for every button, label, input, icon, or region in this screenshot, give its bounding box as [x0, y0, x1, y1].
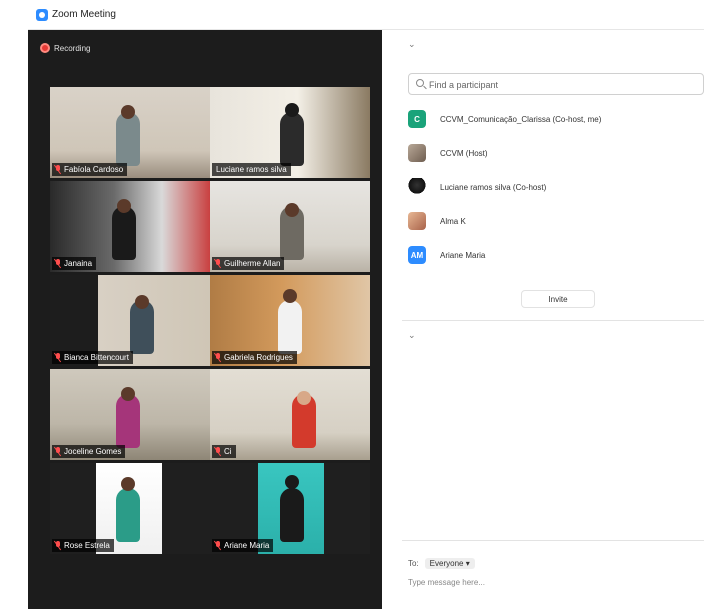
participant-row[interactable] [408, 272, 704, 278]
participant-row[interactable]: Alma K [408, 204, 704, 238]
chat-to-label: To: [408, 558, 419, 568]
mic-muted-icon [215, 259, 221, 268]
search-input[interactable] [429, 77, 689, 93]
mic-muted-icon [55, 447, 61, 456]
video-tile[interactable]: Fabíola Cardoso [50, 87, 210, 178]
participant-name-tag: Guilherme Allan [212, 257, 285, 270]
recording-icon [40, 43, 50, 53]
participant-list: C CCVM_Comunicação_Clarissa (Co-host, me… [408, 102, 704, 278]
avatar [408, 178, 426, 196]
divider [402, 540, 704, 541]
participant-name: Alma K [440, 216, 466, 226]
chevron-down-icon[interactable]: ⌄ [408, 39, 416, 50]
title-bar: Zoom Meeting [28, 0, 704, 30]
participant-name-tag: Ariane Maria [212, 539, 274, 552]
participant-name-tag: Joceline Gomes [52, 445, 126, 458]
participant-row[interactable]: AM Ariane Maria [408, 238, 704, 272]
participant-name-tag: Bianca Bittencourt [52, 351, 133, 364]
video-tile[interactable]: Bianca Bittencourt [50, 275, 210, 366]
recipient-select[interactable]: Everyone ▾ [424, 557, 475, 569]
video-tile[interactable]: Guilherme Allan [210, 181, 370, 272]
participant-name-tag: Ci [212, 445, 236, 458]
video-tile[interactable]: Ci [210, 369, 370, 460]
zoom-app-icon [36, 9, 48, 21]
participant-name: CCVM_Comunicação_Clarissa (Co-host, me) [440, 114, 602, 124]
chat-recipient-row: To: Everyone ▾ [408, 556, 475, 570]
recording-label: Recording [54, 43, 91, 53]
mic-muted-icon [215, 353, 221, 362]
video-tile-active-speaker[interactable]: Luciane ramos silva [210, 87, 370, 178]
video-tile[interactable]: Gabriela Rodrigues [210, 275, 370, 366]
participant-name-tag: Janaina [52, 257, 97, 270]
participant-name: Luciane ramos silva (Co-host) [440, 182, 547, 192]
chat-message-input[interactable] [408, 574, 698, 590]
mic-muted-icon [215, 447, 221, 456]
participant-row[interactable]: CCVM (Host) [408, 136, 704, 170]
participant-name: CCVM (Host) [440, 148, 488, 158]
participant-name-tag: Fabíola Cardoso [52, 163, 128, 176]
avatar [408, 144, 426, 162]
video-tile[interactable]: Janaina [50, 181, 210, 272]
participant-search[interactable] [408, 73, 704, 95]
chevron-down-icon[interactable]: ⌄ [408, 330, 416, 341]
side-panel: ⌄ C CCVM_Comunicação_Clarissa (Co-host, … [382, 30, 704, 609]
mic-muted-icon [55, 165, 61, 174]
mic-muted-icon [215, 541, 221, 550]
participant-name-tag: Luciane ramos silva [212, 163, 291, 176]
participant-row[interactable]: C CCVM_Comunicação_Clarissa (Co-host, me… [408, 102, 704, 136]
video-tile[interactable]: Joceline Gomes [50, 369, 210, 460]
participant-row[interactable]: Luciane ramos silva (Co-host) [408, 170, 704, 204]
participant-name-tag: Rose Estrela [52, 539, 114, 552]
video-tile[interactable]: Ariane Maria [210, 463, 370, 554]
mic-muted-icon [55, 353, 61, 362]
participant-name: Ariane Maria [440, 250, 486, 260]
divider [402, 320, 704, 321]
video-tile[interactable]: Rose Estrela [50, 463, 210, 554]
recording-indicator[interactable]: Recording [40, 41, 90, 55]
mic-muted-icon [55, 259, 61, 268]
avatar: AM [408, 246, 426, 264]
avatar: C [408, 110, 426, 128]
video-gallery: Recording Fabíola Cardoso Luciane ramos … [28, 30, 382, 609]
invite-button[interactable]: Invite [521, 290, 595, 308]
search-icon [416, 79, 424, 87]
mic-muted-icon [55, 541, 61, 550]
avatar [408, 212, 426, 230]
window-title: Zoom Meeting [52, 9, 116, 20]
participant-name-tag: Gabriela Rodrigues [212, 351, 297, 364]
